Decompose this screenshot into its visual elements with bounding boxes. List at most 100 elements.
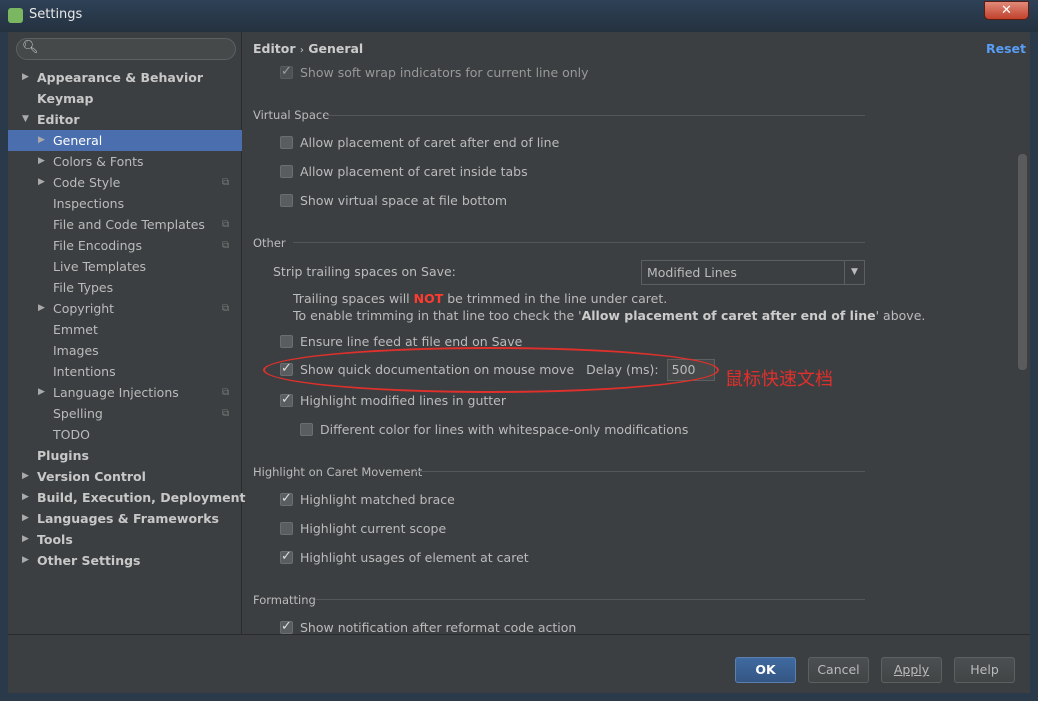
reset-link[interactable]: Reset [986,39,1026,59]
divider [413,471,865,472]
checkbox[interactable] [280,489,293,509]
sidebar-item-copyright[interactable]: ▶ Copyright ⧉ [8,298,242,319]
checkbox[interactable] [280,390,293,410]
label: Highlight usages of element at caret [300,550,529,565]
strip-trailing-dropdown[interactable]: Modified Lines ▼ [641,260,865,285]
current-scope-checkbox[interactable]: Highlight current scope [280,519,446,539]
sidebar-item-label: Copyright [53,301,115,316]
sidebar-item-label: Editor [37,112,80,127]
sidebar-item-label: File Encodings [53,238,143,253]
project-settings-icon: ⧉ [222,219,230,230]
sidebar-item-plugins[interactable]: Plugins [8,445,242,466]
vs-caret-inside-tabs-checkbox[interactable]: Allow placement of caret inside tabs [280,162,528,182]
sidebar: 🔍︎ ▶ Appearance & Behavior Keymap ▼ Editor ▶ G… [8,32,245,634]
sidebar-item-code-style[interactable]: ▶ Code Style ⧉ [8,172,242,193]
hint-line-2: To enable trimming in that line too chec… [293,308,926,323]
search-input[interactable]: 🔍︎ [16,38,236,60]
usages-checkbox[interactable]: Highlight usages of element at caret [280,547,529,568]
sidebar-item-todo[interactable]: TODO [8,424,242,445]
sidebar-item-appearance-behavior[interactable]: ▶ Appearance & Behavior [8,67,242,88]
project-settings-icon: ⧉ [222,408,230,419]
sidebar-item-other-settings[interactable]: ▶ Other Settings [8,550,242,571]
scrollbar-thumb[interactable] [1018,154,1027,370]
sidebar-item-editor[interactable]: ▼ Editor [8,109,242,130]
chevron-right-icon[interactable]: ▶ [22,550,29,571]
vs-file-bottom-checkbox[interactable]: Show virtual space at file bottom [280,191,507,211]
annotation-ellipse [263,347,719,393]
sidebar-item-label: File and Code Templates [53,217,205,232]
sidebar-item-label: Spelling [53,406,103,421]
sidebar-item-label: Inspections [53,196,125,211]
checkbox[interactable] [280,547,293,567]
dropdown-value: Modified Lines [647,265,737,280]
sidebar-item-keymap[interactable]: Keymap [8,88,242,109]
checkbox[interactable] [280,136,293,149]
checkbox[interactable] [280,335,293,348]
checkbox[interactable] [280,522,293,535]
reformat-notification-checkbox[interactable]: Show notification after reformat code ac… [280,617,576,634]
sidebar-item-file-types[interactable]: File Types [8,277,242,298]
chevron-down-icon[interactable]: ▼ [22,109,29,130]
checkbox[interactable] [300,423,313,436]
sidebar-item-label: Keymap [37,91,94,106]
sidebar-item-live-templates[interactable]: Live Templates [8,256,242,277]
sidebar-item-language-injections[interactable]: ▶ Language Injections ⧉ [8,382,242,403]
section-virtual-space: Virtual Space [253,108,330,122]
chevron-right-icon[interactable]: ▶ [38,130,45,151]
chevron-right-icon[interactable]: ▶ [22,67,29,88]
chevron-right-icon[interactable]: ▶ [22,466,29,487]
sidebar-item-inspections[interactable]: Inspections [8,193,242,214]
chevron-right-icon[interactable]: ▶ [38,298,45,319]
project-settings-icon: ⧉ [222,303,230,314]
button-bar: OK Cancel Apply Help [8,634,1030,693]
editor-general-panel: Editor › General Reset Show soft wrap in… [243,32,1030,634]
label: Highlight modified lines in gutter [300,393,507,408]
sidebar-item-file-and-code-templates[interactable]: File and Code Templates ⧉ [8,214,242,235]
soft-wrap-checkbox[interactable]: Show soft wrap indicators for current li… [280,62,589,83]
sidebar-item-languages-frameworks[interactable]: ▶ Languages & Frameworks [8,508,242,529]
sidebar-item-colors-fonts[interactable]: ▶ Colors & Fonts [8,151,242,172]
checkbox[interactable] [280,165,293,178]
cancel-button[interactable]: Cancel [808,657,869,683]
sidebar-item-label: Appearance & Behavior [37,70,203,85]
label: Allow placement of caret inside tabs [300,164,528,179]
sidebar-item-tools[interactable]: ▶ Tools [8,529,242,550]
close-button[interactable]: ✕ [984,1,1029,20]
checkbox[interactable] [280,194,293,207]
highlight-modified-checkbox[interactable]: Highlight modified lines in gutter [280,390,507,411]
help-button[interactable]: Help [954,657,1015,683]
label: Show soft wrap indicators for current li… [300,65,589,80]
sidebar-item-file-encodings[interactable]: File Encodings ⧉ [8,235,242,256]
chevron-right-icon[interactable]: ▶ [22,508,29,529]
different-color-checkbox[interactable]: Different color for lines with whitespac… [300,420,688,440]
sidebar-item-label: Emmet [53,322,98,337]
sidebar-item-emmet[interactable]: Emmet [8,319,242,340]
breadcrumb: Editor › General [253,39,363,59]
sidebar-item-label: Other Settings [37,553,141,568]
vs-caret-after-eol-checkbox[interactable]: Allow placement of caret after end of li… [280,133,559,153]
section-formatting: Formatting [253,593,316,607]
matched-brace-checkbox[interactable]: Highlight matched brace [280,489,455,510]
label: Highlight current scope [300,521,447,536]
sidebar-item-intentions[interactable]: Intentions [8,361,242,382]
sidebar-item-label: Colors & Fonts [53,154,144,169]
chevron-down-icon: ▼ [844,261,864,284]
checkbox[interactable] [280,617,293,634]
sidebar-item-general[interactable]: ▶ General [8,130,242,151]
apply-button[interactable]: Apply [881,657,942,683]
chevron-right-icon[interactable]: ▶ [22,529,29,550]
sidebar-item-build-execution-deployment[interactable]: ▶ Build, Execution, Deployment [8,487,245,508]
divider [293,242,865,243]
chevron-right-icon[interactable]: ▶ [38,172,45,193]
ok-button[interactable]: OK [735,657,796,683]
project-settings-icon: ⧉ [222,240,230,251]
sidebar-item-spelling[interactable]: Spelling ⧉ [8,403,242,424]
chevron-right-icon[interactable]: ▶ [22,487,29,508]
chevron-right-icon[interactable]: ▶ [38,151,45,172]
chevron-right-icon[interactable]: ▶ [38,382,45,403]
sidebar-item-label: File Types [53,280,114,295]
sidebar-item-version-control[interactable]: ▶ Version Control [8,466,242,487]
label: Highlight matched brace [300,492,455,507]
sidebar-item-images[interactable]: Images [8,340,242,361]
checkbox[interactable] [280,62,293,82]
